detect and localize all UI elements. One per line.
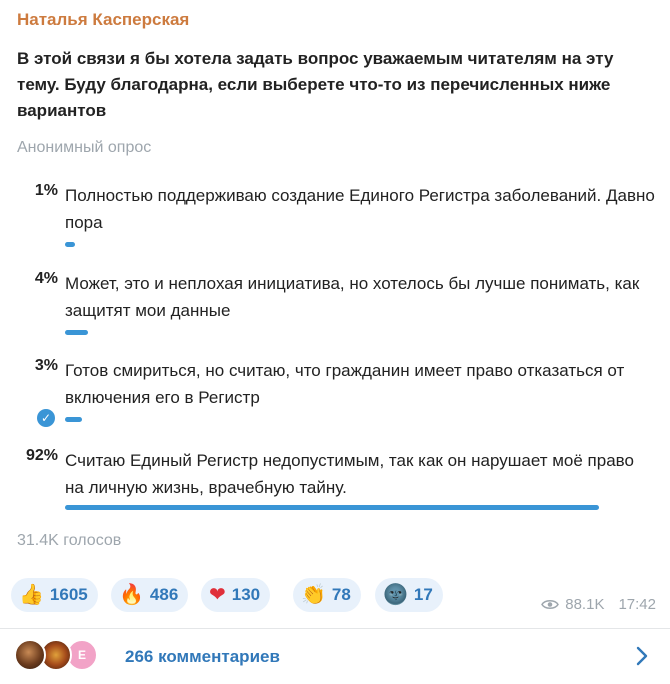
eye-icon	[541, 600, 560, 609]
fire-icon: 🔥	[119, 584, 144, 606]
poll-message: Наталья Касперская В этой связи я бы хот…	[0, 0, 670, 684]
reaction-count: 78	[331, 585, 351, 604]
dark-face-icon: 🌚	[383, 584, 408, 606]
option-text: Может, это и неплохая инициатива, но хот…	[65, 274, 640, 320]
option-text: Считаю Единый Регистр недопустимым, так …	[65, 451, 634, 497]
message-meta: 88.1K 17:42	[541, 596, 656, 613]
views-count: 88.1K	[565, 596, 605, 613]
message-time: 17:42	[618, 596, 656, 613]
reaction-dark-face[interactable]: 🌚 17	[375, 578, 443, 612]
reaction-count: 17	[413, 585, 433, 604]
option-result-bar	[65, 505, 599, 510]
reaction-count: 486	[149, 585, 179, 604]
clapping-hands-icon: 👏	[301, 584, 326, 606]
chevron-right-icon	[636, 646, 648, 666]
option-percent: 92%	[25, 447, 58, 464]
option-result-bar	[65, 242, 75, 247]
reaction-count: 130	[231, 585, 261, 604]
reaction-thumbs-up[interactable]: 👍 1605	[11, 578, 98, 612]
poll-type-label: Анонимный опрос	[17, 139, 152, 156]
votes-count: 31.4K голосов	[17, 532, 122, 549]
option-percent: 3%	[34, 357, 58, 374]
option-percent: 4%	[34, 270, 58, 287]
thumbs-up-icon: 👍	[19, 584, 44, 606]
option-result-bar	[65, 330, 89, 335]
comments-button[interactable]: E 266 комментариев	[0, 629, 670, 684]
reaction-heart[interactable]: ❤ 130	[201, 578, 271, 612]
reaction-count: 1605	[49, 585, 88, 604]
option-percent: 1%	[34, 182, 58, 199]
poll-question: В этой связи я бы хотела задать вопрос у…	[17, 49, 614, 120]
option-text: Полностью поддерживаю создание Единого Р…	[65, 186, 655, 232]
checkmark-icon: ✓	[37, 409, 55, 427]
reaction-clapping-hands[interactable]: 👏 78	[293, 578, 361, 612]
heart-icon: ❤	[209, 584, 226, 606]
reaction-fire[interactable]: 🔥 486	[111, 578, 189, 612]
option-text: Готов смириться, но считаю, что граждани…	[65, 361, 625, 407]
avatar	[14, 639, 46, 671]
comments-label: 266 комментариев	[125, 647, 280, 666]
author-name[interactable]: Наталья Касперская	[17, 10, 189, 30]
option-result-bar	[65, 417, 83, 422]
